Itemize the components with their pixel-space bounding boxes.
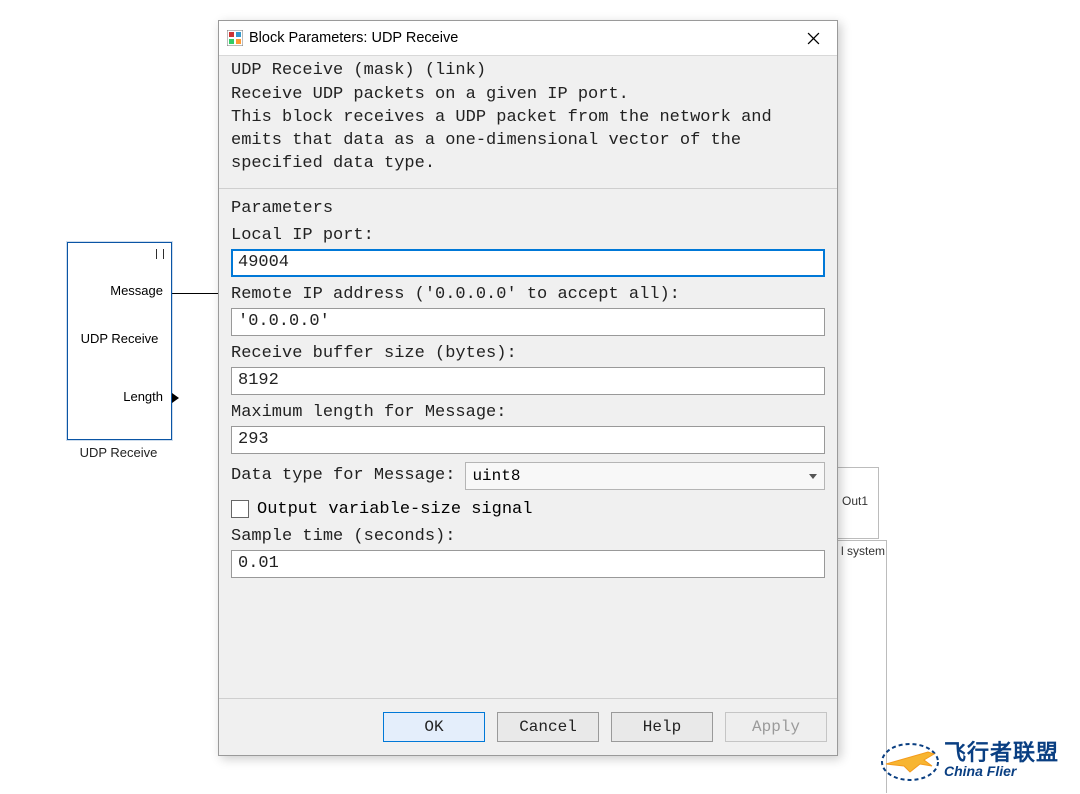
parameters-title: Parameters — [231, 199, 825, 218]
output-varsize-checkbox[interactable] — [231, 500, 249, 518]
buffer-size-input[interactable] — [231, 367, 825, 395]
mask-description: Receive UDP packets on a given IP port. … — [219, 80, 837, 188]
help-button[interactable]: Help — [611, 712, 713, 742]
output-varsize-label: Output variable-size signal — [257, 500, 532, 519]
out1-block[interactable]: Out1 — [838, 467, 879, 539]
data-type-label: Data type for Message: — [231, 466, 455, 485]
parameters-section: Parameters Local IP port: Remote IP addr… — [219, 189, 837, 582]
local-ip-port-label: Local IP port: — [231, 226, 825, 245]
remote-ip-input[interactable] — [231, 308, 825, 336]
window-title: Block Parameters: UDP Receive — [249, 30, 791, 46]
plane-icon — [880, 730, 940, 790]
max-length-label: Maximum length for Message: — [231, 403, 825, 422]
logo-text-en: China Flier — [944, 764, 1059, 779]
out1-label: Out1 — [842, 494, 868, 508]
max-length-input[interactable] — [231, 426, 825, 454]
mask-header: UDP Receive (mask) (link) — [219, 56, 837, 80]
logo-text-cn: 飞行者联盟 — [944, 741, 1059, 764]
sample-time-label: Sample time (seconds): — [231, 527, 825, 546]
block-port-message: Message — [110, 283, 163, 298]
remote-ip-label: Remote IP address ('0.0.0.0' to accept a… — [231, 285, 825, 304]
data-type-value: uint8 — [472, 467, 520, 485]
udp-receive-block[interactable]: Message UDP Receive Length — [67, 242, 172, 440]
block-caption: UDP Receive — [67, 445, 170, 460]
apply-button: Apply — [725, 712, 827, 742]
block-port-length: Length — [123, 389, 163, 404]
ok-button[interactable]: OK — [383, 712, 485, 742]
block-parameters-dialog: Block Parameters: UDP Receive UDP Receiv… — [218, 20, 838, 756]
watermark-logo: 飞行者联盟 China Flier — [880, 730, 1080, 790]
signal-wire — [171, 293, 221, 294]
cancel-button[interactable]: Cancel — [497, 712, 599, 742]
buffer-size-label: Receive buffer size (bytes): — [231, 344, 825, 363]
titlebar[interactable]: Block Parameters: UDP Receive — [219, 21, 837, 56]
output-varsize-row[interactable]: Output variable-size signal — [231, 500, 825, 519]
block-tick-icon — [156, 249, 164, 259]
data-type-dropdown[interactable]: uint8 — [465, 462, 825, 490]
output-arrow-icon — [172, 393, 179, 403]
app-icon — [227, 30, 243, 46]
sample-time-input[interactable] — [231, 550, 825, 578]
block-center-label: UDP Receive — [68, 331, 171, 346]
subsystem-label: l system — [841, 544, 885, 558]
button-bar: OK Cancel Help Apply — [219, 698, 837, 755]
dialog-body: UDP Receive (mask) (link) Receive UDP pa… — [219, 56, 837, 755]
close-button[interactable] — [791, 21, 835, 55]
local-ip-port-input[interactable] — [231, 249, 825, 277]
